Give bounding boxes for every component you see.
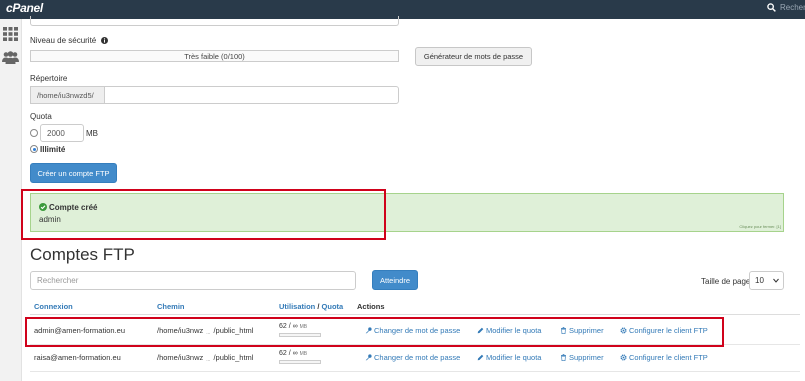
password-generator-button[interactable]: Générateur de mots de passe [415, 47, 532, 66]
column-actions: Actions [357, 302, 385, 311]
info-icon[interactable] [100, 37, 108, 44]
quota-label: Quota [30, 112, 52, 121]
top-search-input[interactable]: Recherch [780, 3, 805, 12]
delete-link[interactable]: Supprimer [560, 353, 604, 362]
ftp-accounts-title: Comptes FTP [30, 245, 135, 264]
column-quota[interactable]: Quota [322, 302, 344, 311]
pencil-icon [477, 354, 484, 361]
quota-limited-radio[interactable] [30, 129, 38, 137]
page-size-select[interactable]: 10 [749, 271, 784, 290]
quota-input[interactable]: 2000 [40, 124, 84, 142]
usage-bar [279, 360, 321, 364]
apps-grid-icon[interactable] [3, 27, 18, 41]
configure-client-link[interactable]: Configurer le client FTP [620, 353, 708, 362]
search-icon[interactable] [767, 3, 776, 12]
quota-unlimited-radio[interactable] [30, 145, 38, 153]
go-button[interactable]: Atteindre [372, 270, 418, 290]
column-path[interactable]: Chemin [157, 302, 185, 311]
change-password-link[interactable]: Changer de mot de passe [365, 353, 460, 362]
users-icon[interactable] [2, 51, 19, 64]
highlight-box-row [25, 317, 724, 347]
key-icon [365, 354, 372, 361]
ftp-search-input[interactable]: Rechercher [30, 271, 356, 290]
directory-label: Répertoire [30, 74, 68, 83]
header-divider [30, 314, 800, 315]
row-usage: 62 / ∞ MB [279, 350, 308, 357]
left-sidebar [0, 19, 22, 381]
create-ftp-account-button[interactable]: Créer un compte FTP [30, 163, 117, 183]
column-usage-quota[interactable]: Utilisation / Quota [279, 302, 343, 311]
column-usage[interactable]: Utilisation [279, 302, 315, 311]
security-level-label: Niveau de sécurité [30, 36, 108, 45]
cpanel-logo[interactable]: cPanel [6, 1, 43, 15]
gear-icon [620, 354, 627, 361]
trash-icon [561, 354, 566, 362]
alert-close-hint[interactable]: Cliquez pour fermer. [1] [739, 224, 781, 229]
quota-unlimited-label: Illimité [40, 145, 66, 154]
password-strength-meter: Très faible (0/100) [30, 50, 399, 62]
column-login[interactable]: Connexion [34, 302, 73, 311]
page-size-label: Taille de page [701, 277, 751, 286]
directory-prefix: /home/iu3nwzd5/ [30, 86, 105, 104]
password-confirm-field[interactable] [30, 16, 399, 26]
quota-unit: MB [86, 129, 98, 138]
row-path: /home/iu3nwz.../public_html [157, 353, 254, 363]
change-quota-link[interactable]: Modifier le quota [477, 353, 541, 362]
row-login: raisa@amen-formation.eu [34, 353, 121, 362]
chevron-down-icon [773, 278, 779, 283]
highlight-box-alert [21, 189, 386, 240]
directory-input[interactable] [104, 86, 399, 104]
row-divider [30, 371, 800, 372]
